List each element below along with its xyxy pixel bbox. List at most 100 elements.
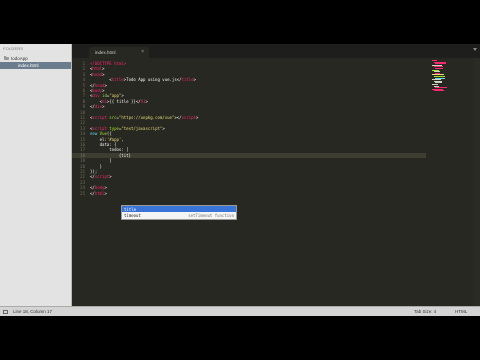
code-token: script bbox=[92, 125, 107, 131]
code-line: </script> bbox=[90, 174, 112, 179]
code-line: </html> bbox=[90, 191, 107, 196]
code-token: > bbox=[102, 104, 105, 110]
syntax-selector[interactable]: HTML bbox=[455, 309, 467, 314]
code-token: type bbox=[109, 125, 119, 131]
code-token: title bbox=[111, 77, 124, 83]
line-number: 21 bbox=[80, 169, 85, 174]
code-token: > bbox=[121, 93, 124, 99]
code-token: > bbox=[196, 115, 199, 120]
code-token: div bbox=[92, 93, 100, 99]
autocomplete-trigger: title bbox=[124, 206, 137, 212]
line-number: 6 bbox=[82, 88, 85, 93]
sidebar-header: FOLDERS bbox=[3, 46, 24, 51]
code-token: body bbox=[92, 88, 103, 93]
code-line: </div> bbox=[90, 104, 104, 109]
code-token: {tit} bbox=[90, 152, 131, 158]
line-number: 11 bbox=[80, 115, 85, 120]
code-line: } bbox=[90, 164, 102, 169]
code-line: new Vue({ bbox=[90, 131, 112, 136]
sidebar-folder-todoapp[interactable]: todoApp bbox=[4, 54, 28, 62]
panel-toggle-icon[interactable] bbox=[3, 310, 8, 314]
line-number: 24 bbox=[80, 185, 85, 191]
code-token: > bbox=[104, 185, 107, 191]
code-token: > bbox=[102, 71, 105, 77]
line-number: 16 bbox=[80, 142, 85, 147]
code-line: <body> bbox=[90, 88, 104, 93]
code-token: "text/javascript" bbox=[121, 125, 163, 131]
sidebar-file-label: index.html bbox=[18, 63, 39, 68]
code-line: </body> bbox=[90, 185, 107, 190]
line-number: 12 bbox=[80, 120, 85, 126]
close-icon[interactable]: × bbox=[141, 49, 144, 55]
line-number: 22 bbox=[80, 174, 85, 180]
tab-index-html[interactable]: index.html × bbox=[89, 47, 149, 58]
tab-size-selector[interactable]: Tab Size: 4 bbox=[414, 309, 436, 314]
code-token: <!DOCTYPE html> bbox=[90, 61, 127, 66]
line-number: 5 bbox=[82, 82, 85, 88]
sidebar-file-index-html[interactable]: index.html bbox=[0, 62, 71, 69]
code-token: > bbox=[104, 190, 107, 196]
code-token: {{ title }} bbox=[109, 98, 136, 104]
tab-label: index.html bbox=[95, 50, 116, 55]
code-token: div bbox=[94, 104, 103, 110]
code-token: todos: [ bbox=[90, 147, 129, 153]
code-token: > bbox=[109, 174, 112, 180]
cursor-position: Line 18, Column 17 bbox=[13, 309, 53, 314]
code-token: src bbox=[109, 115, 117, 120]
chevron-down-icon[interactable] bbox=[473, 48, 477, 51]
line-number: 23 bbox=[80, 179, 85, 185]
code-token: script bbox=[94, 174, 110, 180]
code-token: > bbox=[102, 88, 105, 93]
code-token: script bbox=[181, 115, 197, 120]
folder-icon bbox=[4, 55, 9, 60]
code-token: > bbox=[162, 125, 165, 131]
line-number: 25 bbox=[80, 190, 85, 196]
code-token: html bbox=[92, 66, 103, 72]
code-editor[interactable]: <!DOCTYPE html> <html> <head> <title>Todo … bbox=[86, 58, 426, 306]
code-token: Vue bbox=[99, 131, 107, 137]
code-line: <title>Todo App using vue.js</title> bbox=[90, 77, 196, 82]
code-line: todos: [ bbox=[90, 147, 129, 153]
code-token: , bbox=[121, 136, 124, 142]
minimap[interactable] bbox=[432, 58, 447, 98]
code-line: ] bbox=[90, 158, 112, 164]
line-number: 14 bbox=[80, 131, 85, 137]
code-line: }); bbox=[90, 169, 97, 174]
line-number: 20 bbox=[80, 163, 85, 169]
editor-window: FOLDERS todoApp index.html index.html × … bbox=[0, 44, 480, 316]
line-number: 19 bbox=[80, 158, 85, 164]
line-number: 9 bbox=[82, 104, 85, 110]
line-number: 8 bbox=[82, 98, 85, 104]
code-token: Todo App using vue.js bbox=[126, 77, 177, 83]
code-line: <!DOCTYPE html> bbox=[90, 61, 126, 66]
code-line: {tit} bbox=[90, 153, 131, 158]
line-number: 1 bbox=[82, 61, 85, 66]
code-token: ></ bbox=[174, 115, 182, 120]
code-token: ({ bbox=[106, 131, 112, 137]
code-line: <h1>{{ title }}</h1> bbox=[90, 99, 148, 104]
code-line: <head> bbox=[90, 72, 104, 77]
code-token: head bbox=[92, 71, 103, 77]
tab-bar: index.html × bbox=[72, 44, 480, 58]
code-token: title bbox=[181, 77, 194, 83]
line-number: 7 bbox=[82, 93, 85, 99]
code-token: ] bbox=[90, 158, 112, 164]
code-token: "https://unpkg.com/vue" bbox=[118, 115, 175, 120]
vertical-scrollbar[interactable] bbox=[474, 58, 480, 306]
code-token: }); bbox=[90, 169, 98, 174]
code-token: > bbox=[104, 82, 107, 88]
code-token: } bbox=[90, 163, 103, 169]
minimap-line bbox=[433, 90, 444, 92]
code-line: data: { bbox=[90, 142, 117, 147]
code-line: </head> bbox=[90, 83, 107, 88]
autocomplete-item[interactable]: timeout setTimeout function bbox=[122, 212, 236, 218]
sidebar: FOLDERS todoApp index.html bbox=[0, 44, 72, 306]
sidebar-folder-label: todoApp bbox=[11, 55, 28, 61]
line-number: 17 bbox=[80, 147, 85, 153]
line-number: 13 bbox=[80, 125, 85, 131]
code-token: el: bbox=[90, 136, 107, 142]
line-number: 3 bbox=[82, 71, 85, 77]
code-line: <div id="app"> bbox=[90, 93, 124, 98]
autocomplete-trigger: timeout bbox=[124, 212, 141, 218]
